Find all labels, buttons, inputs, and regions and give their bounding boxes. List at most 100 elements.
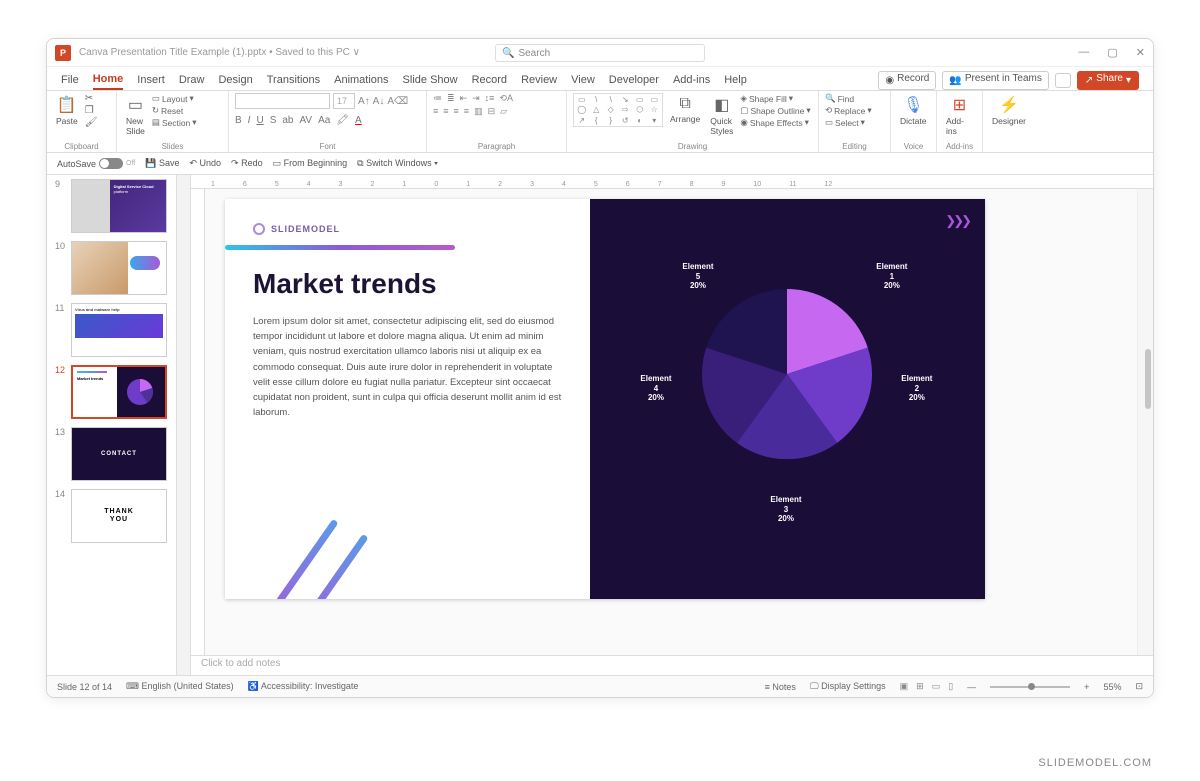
menu-animations[interactable]: Animations [334,74,388,90]
dictate-button[interactable]: 🎙Dictate [897,93,929,128]
columns-button[interactable]: ▥ [474,106,483,117]
replace-button[interactable]: ⟲ Replace ▾ [825,105,872,116]
shape-effects-button[interactable]: ◉ Shape Effects ▾ [740,117,810,128]
align-text-button[interactable]: ⊟ [488,106,496,117]
strike-button[interactable]: S [270,115,277,126]
highlight-button[interactable]: 🖍 [336,115,349,126]
slide-title[interactable]: Market trends [253,268,572,300]
shapes-gallery[interactable]: ▭\\↘▭▭ ◯△◇⇨⬡☆ ↗{}↺◐▾ [573,93,663,127]
status-accessibility[interactable]: ♿ Accessibility: Investigate [248,681,359,692]
increase-font-icon[interactable]: A↑ [358,96,370,107]
maximize-button[interactable]: ▢ [1107,46,1117,59]
layout-button[interactable]: ▭ Layout ▾ [152,93,197,104]
underline-button[interactable]: U [256,115,263,126]
slide-canvas[interactable]: SLIDEMODEL Market trends Lorem ipsum dol… [225,199,985,599]
case-button[interactable]: Aa [318,115,330,126]
bold-button[interactable]: B [235,115,242,126]
menu-transitions[interactable]: Transitions [267,74,320,90]
indent-inc-button[interactable]: ⇥ [472,93,480,104]
slide-body-text[interactable]: Lorem ipsum dolor sit amet, consectetur … [253,314,572,420]
menu-home[interactable]: Home [93,73,124,90]
fit-to-window-button[interactable]: ⊡ [1135,681,1143,692]
arrange-button[interactable]: ⧉Arrange [667,93,703,126]
clear-format-icon[interactable]: A⌫ [387,96,408,107]
menu-design[interactable]: Design [218,74,252,90]
menu-slideshow[interactable]: Slide Show [403,74,458,90]
find-button[interactable]: 🔍 Find [825,93,872,104]
font-color-button[interactable]: A [355,115,362,126]
smartart-button[interactable]: ▱ [500,106,507,117]
designer-button[interactable]: ⚡Designer [989,93,1029,128]
display-settings[interactable]: 🖵 Display Settings [810,681,886,692]
menu-addins[interactable]: Add-ins [673,74,710,90]
numbering-button[interactable]: ≣ [447,93,455,104]
select-button[interactable]: ▭ Select ▾ [825,117,872,128]
ribbon-mode-button[interactable] [1055,73,1071,88]
menu-review[interactable]: Review [521,74,557,90]
align-right-button[interactable]: ≡ [454,106,459,117]
decrease-font-icon[interactable]: A↓ [373,96,385,107]
shape-outline-button[interactable]: ▢ Shape Outline ▾ [740,105,810,116]
zoom-in-button[interactable]: + [1084,682,1089,692]
shape-fill-button[interactable]: ◈ Shape Fill ▾ [740,93,810,104]
addins-button[interactable]: ⊞Add-ins [943,93,976,138]
vertical-scrollbar[interactable] [1137,189,1153,655]
slideshow-view-button[interactable]: ▯ [948,681,953,692]
menu-record[interactable]: Record [472,74,507,90]
copy-button[interactable]: ❐ [85,105,98,116]
font-name-box[interactable] [235,93,330,109]
cut-button[interactable]: ✂ [85,93,98,104]
shadow-button[interactable]: ab [282,115,293,126]
reading-view-button[interactable]: ▭ [932,681,941,692]
menu-developer[interactable]: Developer [609,74,659,90]
share-button[interactable]: ↗ Share ▾ [1077,71,1139,90]
reset-button[interactable]: ↻ Reset [152,105,197,116]
indent-dec-button[interactable]: ⇤ [460,93,468,104]
font-size-box[interactable]: 17 [333,93,355,109]
thumb-12-selected[interactable]: Market trends [71,365,167,419]
minimize-button[interactable]: — [1078,46,1089,59]
qat-redo[interactable]: ↷ Redo [231,158,263,169]
italic-button[interactable]: I [248,115,251,126]
thumb-11[interactable]: Virus and malware help [71,303,167,357]
bullets-button[interactable]: ≔ [433,93,442,104]
menu-draw[interactable]: Draw [179,74,205,90]
thumb-9[interactable]: Digital Service Cloudplatform [71,179,167,233]
thumb-13[interactable]: CONTACT [71,427,167,481]
sorter-view-button[interactable]: ⊞ [916,681,924,692]
qat-undo[interactable]: ↶ Undo [189,158,221,169]
new-slide-button[interactable]: ▭New Slide [123,93,148,138]
format-painter-button[interactable]: 🖌 [85,117,98,128]
zoom-slider[interactable] [990,686,1070,688]
zoom-level[interactable]: 55% [1103,682,1121,692]
quick-styles-button[interactable]: ◧Quick Styles [707,93,736,138]
align-center-button[interactable]: ≡ [443,106,448,117]
menu-insert[interactable]: Insert [137,74,165,90]
section-button[interactable]: ▤ Section ▾ [152,117,197,128]
record-button[interactable]: ◉ Record [878,71,936,90]
thumb-10[interactable] [71,241,167,295]
notes-pane[interactable]: Click to add notes [191,655,1153,675]
line-spacing-button[interactable]: ↕≡ [485,93,495,104]
notes-toggle[interactable]: ≡ Notes [765,682,796,692]
qat-switch-windows[interactable]: ⧉ Switch Windows ▾ [357,158,438,169]
justify-button[interactable]: ≡ [464,106,469,117]
menu-file[interactable]: File [61,74,79,90]
qat-from-beginning[interactable]: ▭ From Beginning [273,158,348,169]
menu-help[interactable]: Help [724,74,747,90]
zoom-out-button[interactable]: — [967,682,976,692]
close-button[interactable]: ✕ [1136,46,1145,59]
qat-save[interactable]: 💾 Save [145,158,179,169]
pie-chart[interactable]: Element120% Element220% Element320% Elem… [662,259,912,549]
normal-view-button[interactable]: ▣ [900,681,909,692]
present-teams-button[interactable]: 👥 Present in Teams [942,71,1049,90]
paste-button[interactable]: 📋Paste [53,93,81,128]
status-language[interactable]: ⌨ English (United States) [126,681,234,692]
autosave-toggle[interactable] [99,158,123,169]
text-direction-button[interactable]: ⟲A [499,93,513,104]
thumb-14[interactable]: THANKYOU [71,489,167,543]
align-left-button[interactable]: ≡ [433,106,438,117]
menu-view[interactable]: View [571,74,595,90]
search-box[interactable]: 🔍 Search [495,44,705,62]
spacing-button[interactable]: AV [299,115,312,126]
